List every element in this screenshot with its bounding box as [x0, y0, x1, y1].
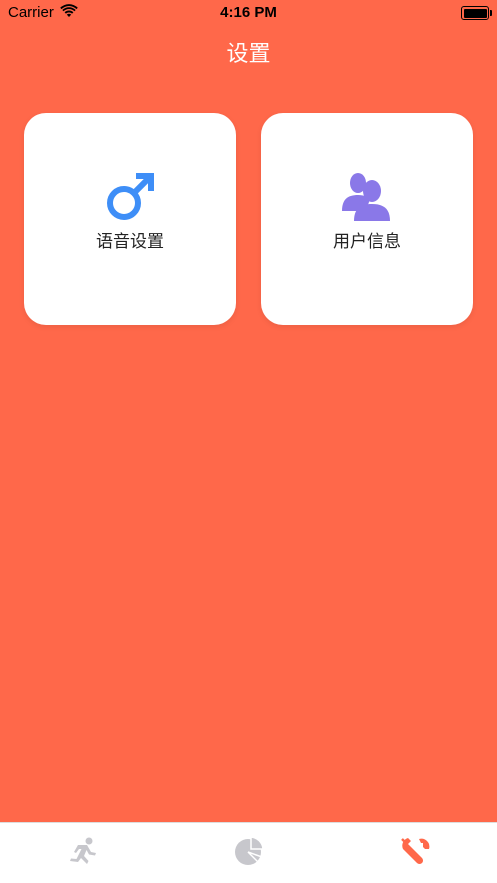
- pie-chart-icon: [233, 835, 265, 871]
- clock: 4:16 PM: [220, 4, 277, 21]
- battery-icon: [461, 6, 492, 20]
- voice-settings-label: 语音设置: [96, 232, 164, 252]
- tab-settings[interactable]: [332, 823, 497, 883]
- male-symbol-icon: [104, 171, 156, 227]
- voice-settings-card[interactable]: 语音设置: [24, 113, 236, 325]
- status-bar: Carrier 4:16 PM: [0, 0, 497, 26]
- tab-bar: [0, 822, 497, 883]
- running-icon: [67, 837, 99, 869]
- users-icon: [340, 171, 394, 227]
- wrench-icon: [399, 835, 431, 871]
- user-info-label: 用户信息: [333, 232, 401, 252]
- tab-running[interactable]: [0, 823, 166, 883]
- user-info-card[interactable]: 用户信息: [261, 113, 473, 325]
- page-title: 设置: [226, 42, 271, 67]
- tab-statistics[interactable]: [166, 823, 332, 883]
